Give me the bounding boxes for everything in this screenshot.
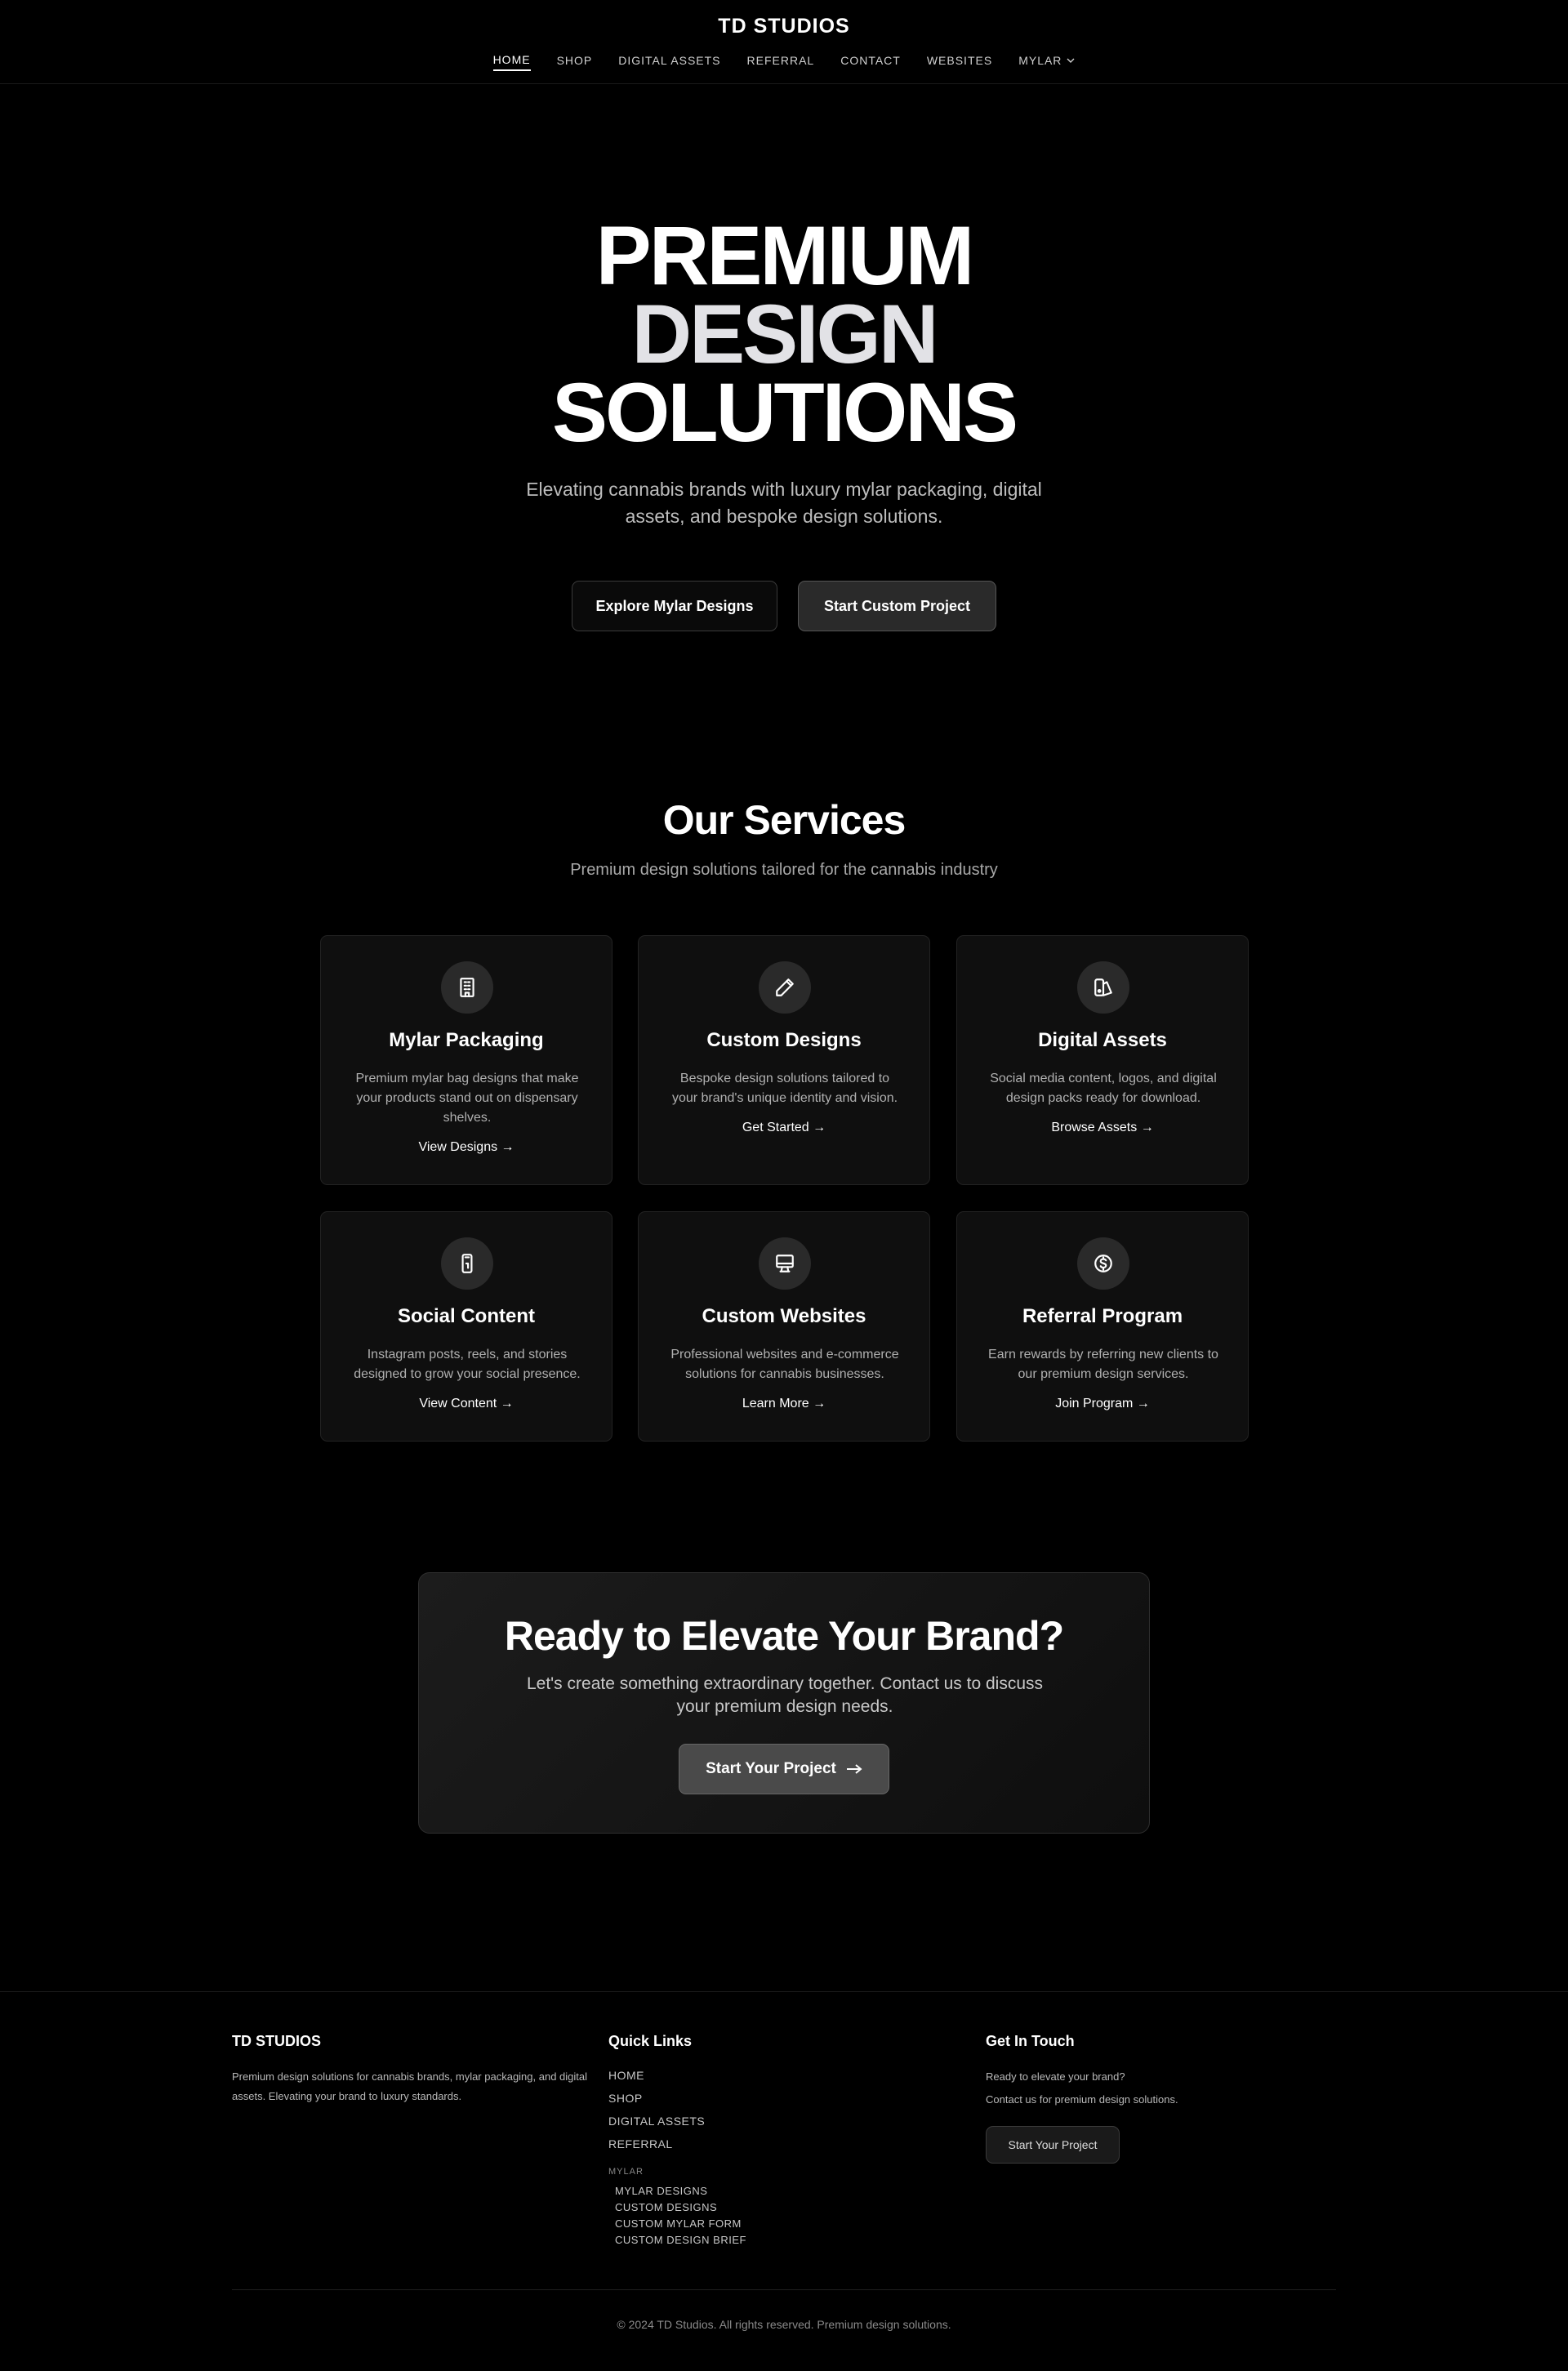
cta-subtitle: Let's create something extraordinary tog… [526, 1674, 1043, 1716]
nav-shop[interactable]: SHOP [557, 53, 593, 71]
footer-link-home[interactable]: HOME [608, 2069, 644, 2082]
footer-link-mylar-designs[interactable]: MYLAR DESIGNS [615, 2185, 707, 2197]
card-description: Instagram posts, reels, and stories desi… [354, 1348, 581, 1381]
brand-logo[interactable]: TD STUDIOS [0, 15, 1568, 38]
nav-referral-label: REFERRAL [746, 54, 815, 67]
pencil-icon [759, 961, 811, 1014]
footer-contact-line-2: Contact us for premium design solutions. [986, 2093, 1178, 2106]
dollar-circle-icon [1077, 1237, 1129, 1290]
footer-link-shop[interactable]: SHOP [608, 2092, 643, 2105]
quick-links-title: Quick Links [608, 2033, 693, 2049]
nav-home[interactable]: HOME [492, 53, 531, 71]
card-title: Digital Assets [1038, 1029, 1167, 1051]
cta-button-label: Start Your Project [706, 1760, 836, 1777]
get-started-link[interactable]: Get Started → [639, 1121, 929, 1135]
footer-link-custom-mylar-form[interactable]: CUSTOM MYLAR FORM [615, 2217, 742, 2230]
arrow-right-icon [846, 1764, 862, 1774]
footer-contact-line-1: Ready to elevate your brand? [986, 2070, 1125, 2083]
card-title: Mylar Packaging [389, 1029, 544, 1051]
nav-shop-label: SHOP [556, 54, 593, 67]
phone-icon [441, 1237, 493, 1290]
building-icon [441, 961, 493, 1014]
services-subtitle: Premium design solutions tailored for th… [570, 861, 998, 879]
service-card-mylar-packaging: Mylar Packaging Premium mylar bag design… [320, 935, 612, 1185]
palette-icon [1077, 961, 1129, 1014]
nav-digital-assets[interactable]: DIGITAL ASSETS [618, 53, 720, 71]
learn-more-link[interactable]: Learn More → [639, 1397, 929, 1411]
explore-mylar-button[interactable]: Explore Mylar Designs [572, 581, 777, 631]
nav-websites-label: WEBSITES [926, 54, 993, 67]
footer-link-custom-design-brief[interactable]: CUSTOM DESIGN BRIEF [615, 2234, 746, 2246]
cta-panel: Ready to Elevate Your Brand? Let's creat… [418, 1572, 1150, 1834]
nav-digital-assets-label: DIGITAL ASSETS [618, 54, 721, 67]
nav-contact[interactable]: CONTACT [840, 53, 901, 71]
hero-title-line-3: SOLUTIONS [551, 366, 1018, 459]
nav-contact-label: CONTACT [840, 54, 901, 67]
chevron-down-icon [1067, 58, 1075, 63]
hero-subtitle: Elevating cannabis brands with luxury my… [526, 479, 1042, 527]
nav-home-label: HOME [492, 53, 531, 66]
start-custom-project-button[interactable]: Start Custom Project [798, 581, 996, 631]
card-description: Premium mylar bag designs that make your… [355, 1072, 579, 1125]
footer-brand: TD STUDIOS [232, 2033, 322, 2049]
site-footer: TD STUDIOS Premium design solutions for … [0, 1991, 1568, 2371]
service-card-custom-designs: Custom Designs Bespoke design solutions … [638, 935, 930, 1185]
card-title: Referral Program [1022, 1305, 1183, 1327]
footer-link-custom-designs[interactable]: CUSTOM DESIGNS [615, 2201, 717, 2213]
start-your-project-button[interactable]: Start Your Project [679, 1744, 889, 1794]
card-title: Social Content [397, 1305, 535, 1327]
nav-referral[interactable]: REFERRAL [747, 53, 815, 71]
monitor-icon [759, 1237, 811, 1290]
footer-mylar-label: MYLAR [608, 2167, 644, 2177]
nav-websites[interactable]: WEBSITES [927, 53, 992, 71]
nav-mylar-dropdown[interactable]: MYLAR [1018, 53, 1075, 71]
service-card-custom-websites: Custom Websites Professional websites an… [638, 1211, 930, 1442]
footer-link-referral[interactable]: REFERRAL [608, 2137, 673, 2150]
footer-start-project-button[interactable]: Start Your Project [986, 2126, 1120, 2164]
footer-divider [232, 2289, 1336, 2290]
card-description: Bespoke design solutions tailored to you… [671, 1072, 898, 1105]
main-nav: HOME SHOP DIGITAL ASSETS REFERRAL CONTAC… [0, 53, 1568, 71]
service-card-social-content: Social Content Instagram posts, reels, a… [320, 1211, 612, 1442]
site-header: TD STUDIOS HOME SHOP DIGITAL ASSETS REFE… [0, 0, 1568, 84]
get-in-touch-title: Get In Touch [986, 2033, 1075, 2049]
view-designs-link[interactable]: View Designs → [321, 1140, 612, 1155]
hero-title-line-2: DESIGN [631, 287, 938, 381]
services-title: Our Services [662, 797, 906, 843]
card-description: Social media content, logos, and digital… [990, 1072, 1217, 1105]
service-card-digital-assets: Digital Assets Social media content, log… [956, 935, 1249, 1185]
footer-about: Premium design solutions for cannabis br… [232, 2070, 588, 2102]
browse-assets-link[interactable]: Browse Assets → [957, 1121, 1248, 1135]
hero-title: PREMIUM DESIGN SOLUTIONS [0, 209, 1568, 459]
nav-mylar-label: MYLAR [1018, 54, 1062, 67]
cta-title: Ready to Elevate Your Brand? [504, 1613, 1064, 1659]
service-card-referral-program: Referral Program Earn rewards by referri… [956, 1211, 1249, 1442]
card-title: Custom Websites [702, 1305, 866, 1327]
hero-title-line-1: PREMIUM [595, 209, 975, 302]
card-description: Professional websites and e-commerce sol… [670, 1348, 899, 1381]
footer-link-digital-assets[interactable]: DIGITAL ASSETS [608, 2115, 705, 2128]
view-content-link[interactable]: View Content → [321, 1397, 612, 1411]
card-description: Earn rewards by referring new clients to… [988, 1348, 1218, 1381]
card-title: Custom Designs [706, 1029, 862, 1051]
join-program-link[interactable]: Join Program → [957, 1397, 1248, 1411]
copyright: © 2024 TD Studios. All rights reserved. … [617, 2318, 951, 2331]
hero-buttons: Explore Mylar Designs Start Custom Proje… [0, 581, 1568, 631]
